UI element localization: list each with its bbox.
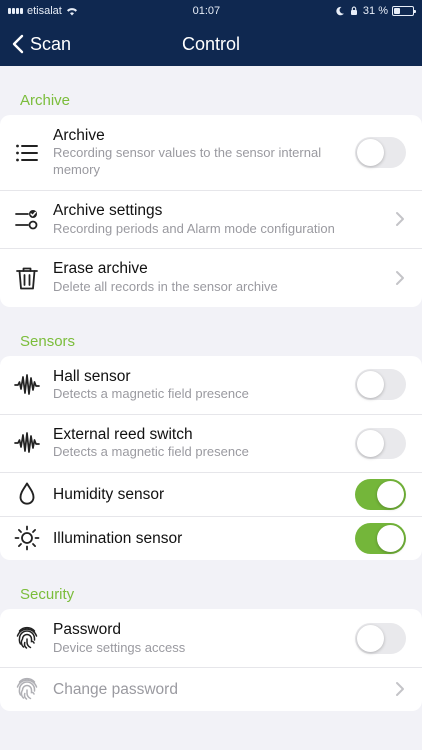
top-bar: etisalat 01:07 31 % Scan Control [0,0,422,66]
row-title: Archive [53,127,105,144]
row-subtitle: Device settings access [53,639,186,655]
row-text: Archive settings Recording periods and Al… [53,190,384,248]
waveform-icon [14,372,40,398]
fingerprint-icon [14,625,40,651]
trash-icon [14,265,40,291]
toggle-knob [357,624,384,652]
section-header-archive: Archive [20,92,71,109]
toggle-illumination-sensor[interactable] [355,522,406,554]
row-title: Password [53,621,122,639]
toggle-external-reed-switch[interactable] [355,427,406,459]
section-card-archive: Archive Recording sensor values to the se… [0,115,422,307]
chevron-right-icon [396,682,404,697]
sun-icon [14,525,40,551]
row-subtitle: Recording periods and Alarm mode configu… [53,220,335,236]
toggle-hall-sensor[interactable] [355,369,406,401]
row-password: Password Device settings access [0,609,422,667]
row-title: Hall sensor [53,367,131,385]
battery-icon [392,6,416,16]
row-change-password[interactable]: Change password [0,667,422,711]
nav-bar: Scan Control [0,22,422,66]
row-title: Illumination sensor [53,529,183,547]
toggle-archive[interactable] [355,137,406,169]
section-header-security: Security [20,586,75,604]
toggle-knob [377,480,404,508]
waveform-icon [14,430,40,456]
section-card-security: Password Device settings access Change pas… [0,609,422,712]
section-header-sensors: Sensors [20,332,76,350]
row-title: Erase archive [53,260,148,278]
row-subtitle: Recording sensor values to the sensor in… [53,145,322,178]
row-erase-archive[interactable]: Erase archive Delete all records in the s… [0,248,422,306]
carrier-label: etisalat [27,5,62,17]
orientation-lock-icon [350,6,357,15]
fingerprint-icon [14,676,40,702]
row-text: Humidity sensor [53,474,345,515]
toggle-knob [377,524,404,552]
row-title: External reed switch [53,425,193,443]
toggle-knob [357,429,384,457]
row-subtitle: Detects a magnetic field presence [53,444,249,460]
settings-list: Archive Archive Recording sensor values to… [0,66,422,712]
row-text: Change password [53,669,384,710]
settings-sliders-icon [14,206,40,232]
chevron-left-icon [12,34,24,54]
back-label: Scan [30,33,72,54]
row-archive-settings[interactable]: Archive settings Recording periods and Al… [0,190,422,248]
row-illumination-sensor: Illumination sensor [0,516,422,560]
toggle-knob [357,371,384,399]
row-text: Password Device settings access [53,609,345,667]
section-card-sensors: Hall sensor Detects a magnetic field pres… [0,355,422,561]
row-archive: Archive Recording sensor values to the se… [0,115,422,190]
moon-icon [336,6,344,16]
signal-icon [8,8,23,14]
row-title: Archive settings [53,202,163,220]
wifi-icon [66,7,77,15]
chevron-right-icon [396,270,404,285]
status-bar: etisalat 01:07 31 % [0,0,422,22]
droplet-icon [14,481,40,507]
row-title: Change password [53,680,178,698]
row-text: Archive Recording sensor values to the se… [53,115,345,190]
row-text: Hall sensor Detects a magnetic field pres… [53,356,345,414]
row-title: Humidity sensor [53,485,165,503]
status-time: 01:07 [192,5,221,17]
row-subtitle: Delete all records in the sensor archive [53,278,278,294]
row-external-reed-switch: External reed switch Detects a magnetic f… [0,413,422,472]
row-humidity-sensor: Humidity sensor [0,472,422,516]
toggle-password[interactable] [355,622,406,654]
row-hall-sensor: Hall sensor Detects a magnetic field pres… [0,356,422,414]
toggle-knob [357,139,384,167]
row-text: External reed switch Detects a magnetic f… [53,414,345,472]
row-text: Illumination sensor [53,518,345,559]
row-subtitle: Detects a magnetic field presence [53,386,249,402]
toggle-humidity-sensor[interactable] [355,478,406,510]
list-icon [14,140,40,166]
battery-percent: 31 % [362,5,388,17]
chevron-right-icon [396,212,404,227]
back-button[interactable]: Scan [12,22,71,66]
row-text: Erase archive Delete all records in the s… [53,248,384,306]
